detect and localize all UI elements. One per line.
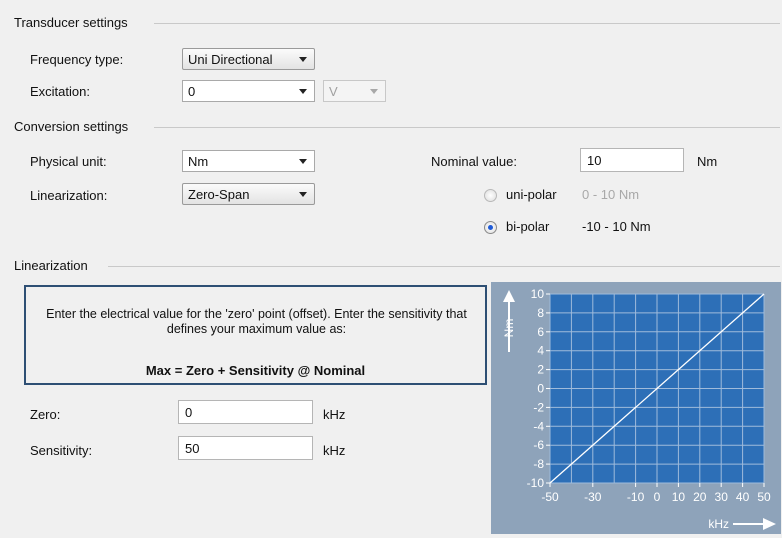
linearization-formula: Max = Zero + Sensitivity @ Nominal — [145, 363, 366, 378]
physical-unit-value: Nm — [188, 154, 209, 169]
chart-y-tick-label: -10 — [527, 476, 545, 490]
linearization-section-title: Linearization — [14, 258, 88, 273]
chart-x-tick-label: 0 — [654, 490, 661, 504]
conversion-settings-title: Conversion settings — [14, 119, 129, 134]
bipolar-radio[interactable] — [484, 221, 497, 234]
excitation-unit-dropdown[interactable]: V — [323, 80, 386, 102]
linearization-info-box: Enter the electrical value for the 'zero… — [24, 285, 487, 385]
chart-x-tick-label: 10 — [672, 490, 686, 504]
chevron-down-icon — [299, 89, 307, 94]
chart-x-tick-label: -30 — [584, 490, 602, 504]
linearization-chart: 10 8 6 4 2 0 -2 -4 -6 -8 -10 -50 -30 -10 0 10 20 30 40 50 Nm… — [491, 282, 781, 534]
chart-y-tick-label: 2 — [537, 363, 544, 377]
bipolar-label[interactable]: bi-polar — [506, 219, 549, 234]
linearization-dropdown[interactable]: Zero-Span — [182, 183, 315, 205]
chart-y-tick-label: 4 — [537, 344, 544, 358]
zero-value: 0 — [185, 405, 193, 420]
zero-label: Zero: — [30, 407, 61, 422]
chart-y-tick-label: 8 — [537, 306, 544, 320]
nominal-value-text: 10 — [587, 153, 602, 168]
sensitivity-value: 50 — [185, 441, 200, 456]
linearization-label: Linearization: — [30, 188, 108, 203]
frequency-type-dropdown[interactable]: Uni Directional — [182, 48, 315, 70]
transducer-settings-title: Transducer settings — [14, 15, 128, 30]
chart-y-tick-label: 6 — [537, 325, 544, 339]
excitation-dropdown[interactable]: 0 — [182, 80, 315, 102]
linearization-chart-svg: 1086420-2-4-6-8-10-50 -30 -10 0 10 20 30 40 50Nm… — [502, 287, 776, 531]
chart-x-tick-label: 30 — [715, 490, 729, 504]
sensitivity-label: Sensitivity: — [30, 443, 93, 458]
frequency-type-label: Frequency type: — [30, 52, 124, 67]
zero-input[interactable]: 0 — [178, 400, 313, 424]
excitation-label: Excitation: — [30, 84, 90, 99]
linearization-info-text: Enter the electrical value for the 'zero… — [46, 307, 467, 336]
chart-y-tick-label: 0 — [537, 382, 544, 396]
chart-x-tick-label: 50 — [757, 490, 771, 504]
chevron-down-icon — [299, 192, 307, 197]
chevron-down-icon — [299, 57, 307, 62]
zero-unit-label: kHz — [323, 407, 346, 422]
unipolar-radio[interactable] — [484, 189, 497, 202]
chart-y-tick-label: -8 — [533, 457, 544, 471]
chart-x-tick-label: -50 — [541, 490, 559, 504]
chart-x-tick-label: -10 — [627, 490, 645, 504]
unipolar-range: 0 - 10 Nm — [582, 187, 640, 202]
excitation-value: 0 — [188, 84, 196, 99]
chart-y-tick-label: -2 — [533, 400, 544, 414]
excitation-unit-value: V — [329, 84, 338, 99]
physical-unit-dropdown[interactable]: Nm — [182, 150, 315, 172]
chart-x-tick-label: 20 — [693, 490, 707, 504]
chart-y-tick-label: 10 — [531, 287, 545, 301]
unipolar-label[interactable]: uni-polar — [506, 187, 557, 202]
linearization-section-divider — [108, 266, 780, 267]
radio-selected-dot — [488, 225, 493, 230]
chart-y-axis-label: Nm — [502, 319, 516, 338]
chart-x-axis-label: kHz — [708, 517, 729, 531]
chevron-down-icon — [299, 159, 307, 164]
chart-y-tick-label: -4 — [533, 419, 544, 433]
linearization-value: Zero-Span — [188, 187, 250, 202]
frequency-type-value: Uni Directional — [188, 52, 273, 67]
chart-y-tick-label: -6 — [533, 438, 544, 452]
transducer-settings-divider — [154, 23, 780, 24]
sensitivity-input[interactable]: 50 — [178, 436, 313, 460]
nominal-value-label: Nominal value: — [431, 154, 517, 169]
conversion-settings-divider — [154, 127, 780, 128]
physical-unit-label: Physical unit: — [30, 154, 107, 169]
sensitivity-unit-label: kHz — [323, 443, 346, 458]
bipolar-range: -10 - 10 Nm — [582, 219, 651, 234]
nominal-unit-label: Nm — [697, 154, 718, 169]
x-axis-arrowhead-icon — [763, 518, 776, 530]
y-axis-arrowhead-icon — [503, 290, 515, 302]
nominal-value-input[interactable]: 10 — [580, 148, 684, 172]
chart-x-tick-label: 40 — [736, 490, 750, 504]
chevron-down-icon — [370, 89, 378, 94]
